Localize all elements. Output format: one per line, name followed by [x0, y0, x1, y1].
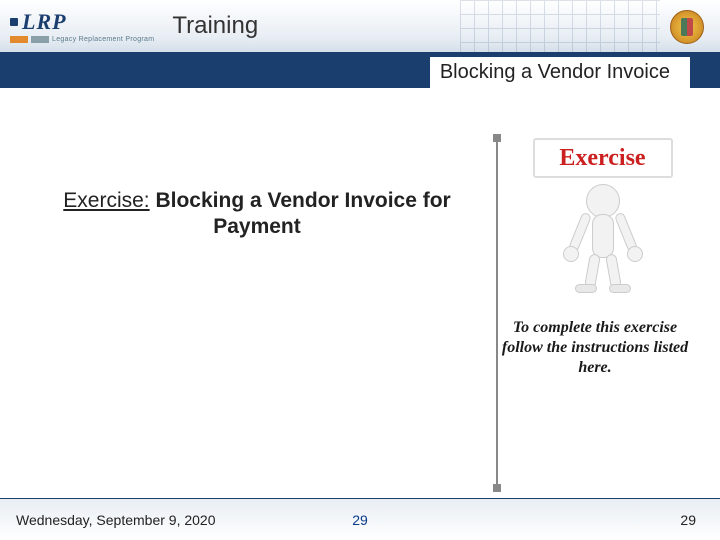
exercise-label: Exercise:	[63, 189, 149, 212]
header-bar: LRP Legacy Replacement Program Training	[0, 0, 720, 54]
content-area: Exercise: Blocking a Vendor Invoice for …	[0, 88, 720, 498]
exercise-title-line1: Blocking a Vendor Invoice for	[155, 189, 450, 212]
subheader-label: Blocking a Vendor Invoice	[430, 57, 690, 88]
exercise-sign: Exercise	[533, 138, 673, 178]
exercise-title-line2: Payment	[213, 215, 301, 238]
footer-center-number: 29	[352, 512, 368, 528]
footer-bar: Wednesday, September 9, 2020 29 29	[0, 498, 720, 540]
logo-bullet-icon	[10, 18, 18, 26]
logo-text: LRP	[22, 9, 67, 35]
logo-accent-orange-icon	[10, 36, 28, 43]
vertical-divider-icon	[496, 138, 498, 488]
exercise-heading: Exercise: Blocking a Vendor Invoice for …	[32, 188, 482, 241]
footer-right-number: 29	[680, 512, 696, 528]
subheader-bar: Blocking a Vendor Invoice	[0, 54, 720, 88]
mannequin-icon	[553, 184, 653, 294]
footer-date: Wednesday, September 9, 2020	[16, 512, 216, 528]
logo-accent-grey-icon	[31, 36, 49, 43]
page-title: Training	[172, 12, 258, 40]
seal-icon	[670, 10, 704, 44]
exercise-instructions: To complete this exercise follow the ins…	[495, 318, 695, 378]
logo-subtitle: Legacy Replacement Program	[52, 36, 154, 43]
grid-decor-icon	[460, 0, 660, 54]
exercise-figure: Exercise	[525, 138, 680, 308]
logo: LRP Legacy Replacement Program	[10, 9, 154, 43]
